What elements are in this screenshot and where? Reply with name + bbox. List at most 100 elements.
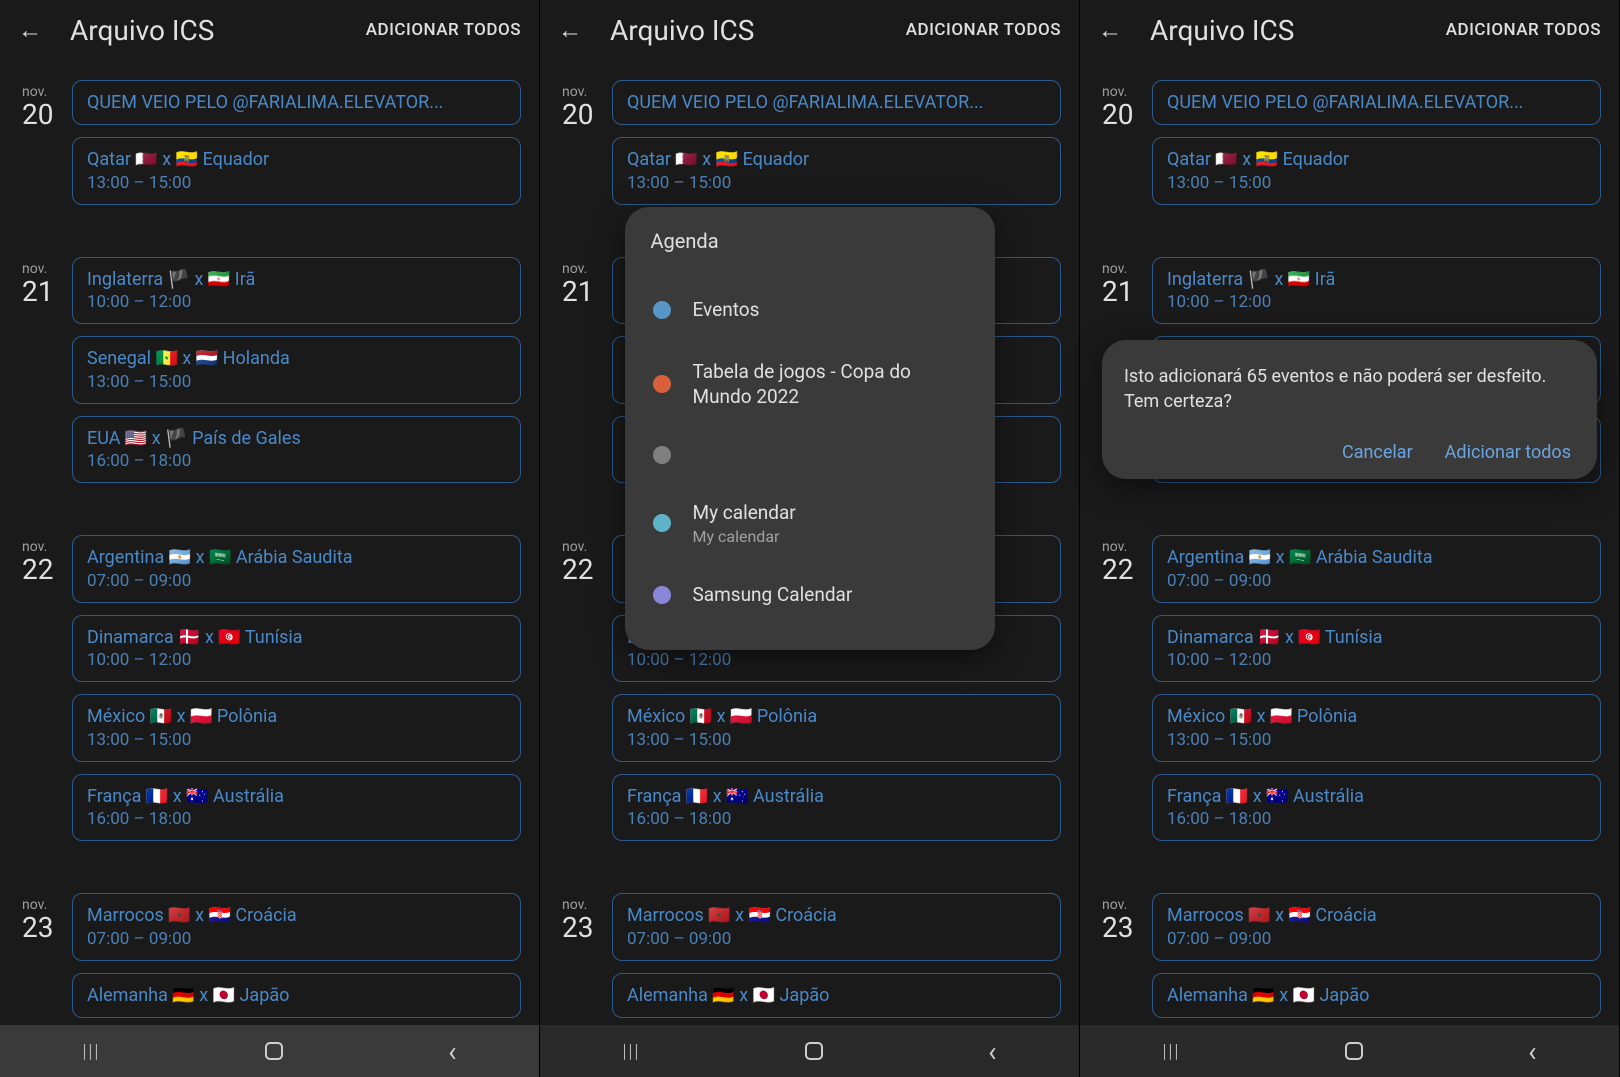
nav-home-icon[interactable] (265, 1042, 283, 1060)
event-card[interactable]: QUEM VEIO PELO @FARIALIMA.ELEVATOR... (1152, 80, 1601, 125)
day-label: 22 (562, 555, 612, 586)
phone-screen-2: ← Arquivo ICS ADICIONAR TODOS nov.20QUEM… (540, 0, 1080, 1077)
nav-recents-icon[interactable]: ||| (1162, 1041, 1180, 1062)
event-card[interactable]: México 🇲🇽 x 🇵🇱 Polônia13:00 – 15:00 (612, 694, 1061, 761)
event-title: Qatar 🇶🇦 x 🇪🇨 Equador (1167, 148, 1586, 171)
add-all-button[interactable]: ADICIONAR TODOS (1446, 20, 1601, 40)
confirm-add-button[interactable]: Adicionar todos (1445, 442, 1571, 463)
app-header: ← Arquivo ICS ADICIONAR TODOS (1080, 0, 1619, 60)
dialog-title: Agenda (647, 229, 977, 253)
events-column: Marrocos 🇲🇦 x 🇭🇷 Croácia07:00 – 09:00 Ale… (1152, 893, 1619, 1025)
event-time: 13:00 – 15:00 (87, 729, 506, 751)
date-column: nov.20 (0, 80, 72, 217)
event-title: Dinamarca 🇩🇰 x 🇹🇳 Tunísia (87, 626, 506, 649)
nav-home-icon[interactable] (1345, 1042, 1363, 1060)
nav-recents-icon[interactable]: ||| (622, 1041, 640, 1062)
date-column: nov.21 (540, 257, 612, 495)
calendar-color-dot (653, 375, 671, 393)
event-card[interactable]: Senegal 🇸🇳 x 🇳🇱 Holanda13:00 – 15:00 (72, 336, 521, 403)
agenda-option[interactable] (647, 428, 977, 482)
back-icon[interactable]: ← (1098, 16, 1122, 45)
event-card[interactable]: Alemanha 🇩🇪 x 🇯🇵 Japão (1152, 973, 1601, 1018)
event-card[interactable]: Argentina 🇦🇷 x 🇸🇦 Arábia Saudita07:00 – … (1152, 535, 1601, 602)
event-time: 16:00 – 18:00 (87, 450, 506, 472)
event-time: 07:00 – 09:00 (1167, 928, 1586, 950)
event-card[interactable]: França 🇫🇷 x 🇦🇺 Austrália16:00 – 18:00 (72, 774, 521, 841)
agenda-option[interactable]: Tabela de jogos - Copa do Mundo 2022 (647, 341, 977, 428)
event-card[interactable]: México 🇲🇽 x 🇵🇱 Polônia13:00 – 15:00 (1152, 694, 1601, 761)
event-time: 10:00 – 12:00 (1167, 291, 1586, 313)
date-column: nov.23 (0, 893, 72, 1025)
agenda-picker-dialog: Agenda Eventos Tabela de jogos - Copa do … (625, 207, 995, 650)
event-title: Qatar 🇶🇦 x 🇪🇨 Equador (87, 148, 506, 171)
nav-home-icon[interactable] (805, 1042, 823, 1060)
agenda-label: Tabela de jogos - Copa do Mundo 2022 (693, 359, 971, 410)
add-all-button[interactable]: ADICIONAR TODOS (906, 20, 1061, 40)
phone-screen-3: ← Arquivo ICS ADICIONAR TODOS nov.20QUEM… (1080, 0, 1620, 1077)
event-card[interactable]: França 🇫🇷 x 🇦🇺 Austrália16:00 – 18:00 (612, 774, 1061, 841)
event-time: 16:00 – 18:00 (1167, 808, 1586, 830)
day-group: nov.22Argentina 🇦🇷 x 🇸🇦 Arábia Saudita07… (1080, 535, 1619, 853)
event-card[interactable]: Inglaterra 🏴 x 🇮🇷 Irã10:00 – 12:00 (72, 257, 521, 324)
event-card[interactable]: Alemanha 🇩🇪 x 🇯🇵 Japão (72, 973, 521, 1018)
event-time: 16:00 – 18:00 (627, 808, 1046, 830)
event-card[interactable]: Dinamarca 🇩🇰 x 🇹🇳 Tunísia10:00 – 12:00 (1152, 615, 1601, 682)
event-card[interactable]: Qatar 🇶🇦 x 🇪🇨 Equador13:00 – 15:00 (72, 137, 521, 204)
calendar-color-dot (653, 301, 671, 319)
day-label: 21 (1102, 277, 1152, 308)
event-card[interactable]: França 🇫🇷 x 🇦🇺 Austrália16:00 – 18:00 (1152, 774, 1601, 841)
day-label: 21 (22, 277, 72, 308)
event-card[interactable]: QUEM VEIO PELO @FARIALIMA.ELEVATOR... (612, 80, 1061, 125)
event-card[interactable]: Marrocos 🇲🇦 x 🇭🇷 Croácia07:00 – 09:00 (72, 893, 521, 960)
day-label: 22 (1102, 555, 1152, 586)
event-card[interactable]: Inglaterra 🏴 x 🇮🇷 Irã10:00 – 12:00 (1152, 257, 1601, 324)
event-title: Marrocos 🇲🇦 x 🇭🇷 Croácia (87, 904, 506, 927)
agenda-label: My calendar (693, 500, 971, 526)
event-card[interactable]: Qatar 🇶🇦 x 🇪🇨 Equador13:00 – 15:00 (612, 137, 1061, 204)
agenda-text: Eventos (693, 297, 971, 323)
nav-back-icon[interactable]: ‹ (988, 1035, 996, 1068)
event-card[interactable]: Qatar 🇶🇦 x 🇪🇨 Equador13:00 – 15:00 (1152, 137, 1601, 204)
android-navbar: ||| ‹ (540, 1025, 1079, 1077)
event-card[interactable]: Alemanha 🇩🇪 x 🇯🇵 Japão (612, 973, 1061, 1018)
back-icon[interactable]: ← (18, 16, 42, 45)
nav-recents-icon[interactable]: ||| (82, 1041, 100, 1062)
day-group: nov.23Marrocos 🇲🇦 x 🇭🇷 Croácia07:00 – 09… (0, 893, 539, 1025)
day-label: 23 (22, 913, 72, 944)
back-icon[interactable]: ← (558, 16, 582, 45)
agenda-option[interactable]: Samsung Calendar (647, 564, 977, 626)
event-card[interactable]: Marrocos 🇲🇦 x 🇭🇷 Croácia07:00 – 09:00 (612, 893, 1061, 960)
event-card[interactable]: Dinamarca 🇩🇰 x 🇹🇳 Tunísia10:00 – 12:00 (72, 615, 521, 682)
agenda-option[interactable]: My calendarMy calendar (647, 482, 977, 565)
agenda-sublabel: My calendar (693, 527, 971, 546)
event-card[interactable]: QUEM VEIO PELO @FARIALIMA.ELEVATOR... (72, 80, 521, 125)
event-time: 13:00 – 15:00 (1167, 729, 1586, 751)
app-header: ← Arquivo ICS ADICIONAR TODOS (0, 0, 539, 60)
event-card[interactable]: Argentina 🇦🇷 x 🇸🇦 Arábia Saudita07:00 – … (72, 535, 521, 602)
nav-back-icon[interactable]: ‹ (448, 1035, 456, 1068)
date-column: nov.21 (0, 257, 72, 495)
event-title: Qatar 🇶🇦 x 🇪🇨 Equador (627, 148, 1046, 171)
date-column: nov.22 (540, 535, 612, 853)
events-column: Argentina 🇦🇷 x 🇸🇦 Arábia Saudita07:00 – … (72, 535, 539, 853)
cancel-button[interactable]: Cancelar (1342, 442, 1413, 463)
event-card[interactable]: EUA 🇺🇸 x 🏴 País de Gales16:00 – 18:00 (72, 416, 521, 483)
event-title: França 🇫🇷 x 🇦🇺 Austrália (87, 785, 506, 808)
day-group: nov.20QUEM VEIO PELO @FARIALIMA.ELEVATOR… (540, 80, 1079, 217)
day-group: nov.23Marrocos 🇲🇦 x 🇭🇷 Croácia07:00 – 09… (1080, 893, 1619, 1025)
event-time: 13:00 – 15:00 (87, 172, 506, 194)
add-all-button[interactable]: ADICIONAR TODOS (366, 20, 521, 40)
event-title: México 🇲🇽 x 🇵🇱 Polônia (627, 705, 1046, 728)
confirm-dialog: Isto adicionará 65 eventos e não poderá … (1102, 340, 1597, 479)
event-card[interactable]: Marrocos 🇲🇦 x 🇭🇷 Croácia07:00 – 09:00 (1152, 893, 1601, 960)
nav-back-icon[interactable]: ‹ (1528, 1035, 1536, 1068)
event-title: QUEM VEIO PELO @FARIALIMA.ELEVATOR... (1167, 91, 1586, 114)
event-card[interactable]: México 🇲🇽 x 🇵🇱 Polônia13:00 – 15:00 (72, 694, 521, 761)
day-label: 23 (1102, 913, 1152, 944)
event-time: 10:00 – 12:00 (87, 291, 506, 313)
date-column: nov.23 (540, 893, 612, 1025)
agenda-text: Samsung Calendar (693, 582, 971, 608)
event-time: 07:00 – 09:00 (87, 570, 506, 592)
agenda-option[interactable]: Eventos (647, 279, 977, 341)
event-time: 07:00 – 09:00 (627, 928, 1046, 950)
